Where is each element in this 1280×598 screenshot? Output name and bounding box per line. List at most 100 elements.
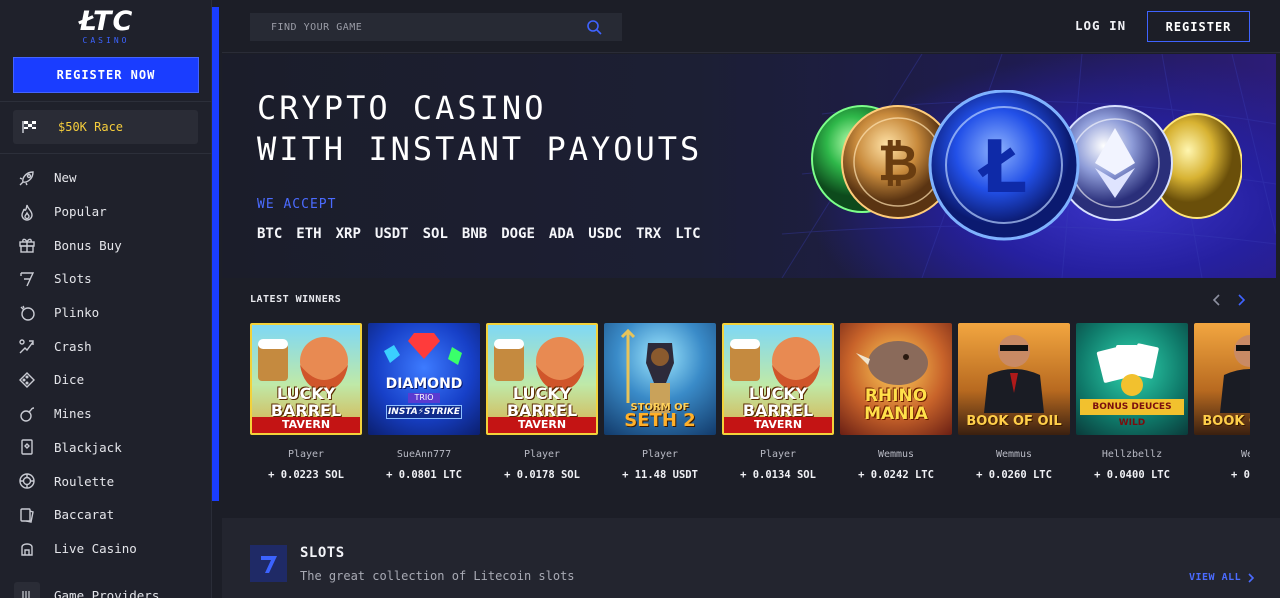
winner-card[interactable]: LUCKY BARREL TAVERN Player + 0.0223 SOL [250,323,362,493]
currency-item: SOL [422,226,448,242]
winner-card[interactable]: STORM OF SETH 2 Player + 11.48 USDT [604,323,716,493]
baccarat-icon [18,506,36,524]
sidebar-item-dice[interactable]: Dice [0,363,212,397]
sidebar-item-label: Dice [54,372,85,388]
winner-card[interactable]: LUCKY BARREL TAVERN Player + 0.0134 SOL [722,323,834,493]
sidebar-item-baccarat[interactable]: Baccarat [0,498,212,532]
currency-item: BTC [257,226,283,242]
winner-amount: + 11.48 USDT [622,469,698,481]
sidebar-item-live-casino[interactable]: Live Casino [0,532,212,566]
game-thumbnail: BONUS DEUCES WILD [1076,323,1188,435]
currency-item: ADA [548,226,575,242]
winner-amount: + 0.0801 LTC [386,469,462,481]
sidebar-item-roulette[interactable]: Roulette [0,464,212,498]
crypto-coins-image: ₿ Ł [811,90,1242,241]
register-button[interactable]: REGISTER [1147,11,1250,42]
game-thumbnail: STORM OF SETH 2 [604,323,716,435]
sidebar-item-label: Plinko [54,305,100,321]
winner-amount: + 0.02 [1231,469,1250,481]
sidebar-item-label: Live Casino [54,540,137,556]
logo-subtext: CASINO [82,36,130,45]
chevron-left-icon[interactable] [1210,293,1224,307]
view-all-link[interactable]: VIEW ALL [1189,572,1255,583]
sidebar-item-popular[interactable]: Popular [0,195,212,229]
currency-item: DOGE [501,226,535,242]
race-promo-button[interactable]: $50K Race [13,110,198,144]
live-casino-icon [18,539,36,557]
game-title: BOOK OF OIL [1202,414,1250,429]
divider [0,153,212,154]
winner-player: Player [523,449,561,460]
winner-player: Player [759,449,797,460]
game-thumbnail: BOOK OF OIL [958,323,1070,435]
winner-amount: + 0.0400 LTC [1094,469,1170,481]
svg-text:Ł: Ł [977,125,1027,209]
winner-card[interactable]: BONUS DEUCES WILD Hellzbellz + 0.0400 LT… [1076,323,1188,493]
winner-card[interactable]: BOOK OF OIL Wemmus + 0.0260 LTC [958,323,1070,493]
divider [0,101,212,102]
flame-icon [18,203,36,221]
sidebar-scrollbar[interactable] [212,7,219,501]
search-input[interactable] [271,21,571,33]
game-subtitle: SETH 2 [624,410,696,431]
sidebar-item-label: Slots [54,271,92,287]
crash-icon [18,337,36,355]
sidebar-item-slots[interactable]: Slots [0,262,212,296]
logo[interactable]: ŁTC CASINO [0,8,212,48]
game-title: RHINO MANIA [864,386,928,424]
winner-amount: + 0.0223 SOL [268,469,344,481]
winner-player: Wemmus [995,449,1033,460]
sidebar-item-game-providers[interactable]: Game Providers [0,580,212,598]
game-thumbnail: DIAMOND TRIO INSTA⚡STRIKE [368,323,480,435]
section-title: SLOTS [300,545,345,561]
game-subtitle: TAVERN [724,417,832,433]
sidebar-item-mines[interactable]: Mines [0,397,212,431]
winner-card[interactable]: LUCKY BARREL TAVERN Player + 0.0178 SOL [486,323,598,493]
sidebar-item-new[interactable]: New [0,161,212,195]
view-all-label: VIEW ALL [1189,572,1242,583]
sidebar-item-label: Baccarat [54,507,115,523]
game-title: BONUS DEUCES WILD [1080,399,1184,428]
winner-card[interactable]: BOOK OF OIL Wem + 0.02 [1194,323,1250,493]
game-title: DIAMOND [385,376,463,392]
hero-title: CRYPTO CASINO WITH INSTANT PAYOUTS [257,89,703,168]
game-title: LUCKY BARREL [742,384,814,420]
winner-amount: + 0.0178 SOL [504,469,580,481]
winner-amount: + 0.0260 LTC [976,469,1052,481]
winner-card[interactable]: DIAMOND TRIO INSTA⚡STRIKE SueAnn777 + 0.… [368,323,480,493]
game-title: LUCKY BARREL [270,384,342,420]
sidebar-item-label: Roulette [54,473,115,489]
sidebar-item-bonus-buy[interactable]: Bonus Buy [0,228,212,262]
search-bar[interactable] [250,13,622,41]
ltc-coin: Ł [928,90,1080,241]
currency-item: USDT [374,226,409,242]
latest-winners-title: LATEST WINNERS [250,294,342,305]
winner-player: Wemmus [877,449,915,460]
chevron-right-icon [1248,572,1255,583]
winner-card[interactable]: RHINO MANIA Wemmus + 0.0242 LTC [840,323,952,493]
register-now-button[interactable]: REGISTER NOW [13,57,199,93]
race-label: $50K Race [58,120,124,134]
winner-player: Player [641,449,679,460]
currency-list: BTC ETH XRP USDT SOL BNB DOGE ADA USDC T… [257,226,715,242]
search-icon[interactable] [586,19,602,35]
login-button[interactable]: LOG IN [1075,18,1126,33]
game-thumbnail: LUCKY BARREL TAVERN [722,323,834,435]
game-badge: INSTA⚡STRIKE [386,405,462,419]
chevron-right-icon[interactable] [1234,293,1248,307]
sidebar-item-label: Blackjack [54,439,122,455]
sidebar-item-plinko[interactable]: Plinko [0,296,212,330]
logo-text: ŁTC [78,6,134,37]
game-title: BOOK OF OIL [966,414,1062,429]
currency-item: TRX [635,226,662,242]
sidebar-item-crash[interactable]: Crash [0,329,212,363]
section-subtitle: The great collection of Litecoin slots [300,569,575,583]
sidebar-item-blackjack[interactable]: Blackjack [0,431,212,465]
game-thumbnail: BOOK OF OIL [1194,323,1250,435]
bomb-icon [18,405,36,423]
race-flag-icon [21,120,39,134]
game-subtitle: TAVERN [488,417,596,433]
plinko-icon [18,304,36,322]
currency-item: BNB [461,226,488,242]
hero-banner: CRYPTO CASINO WITH INSTANT PAYOUTS WE AC… [222,54,1276,278]
